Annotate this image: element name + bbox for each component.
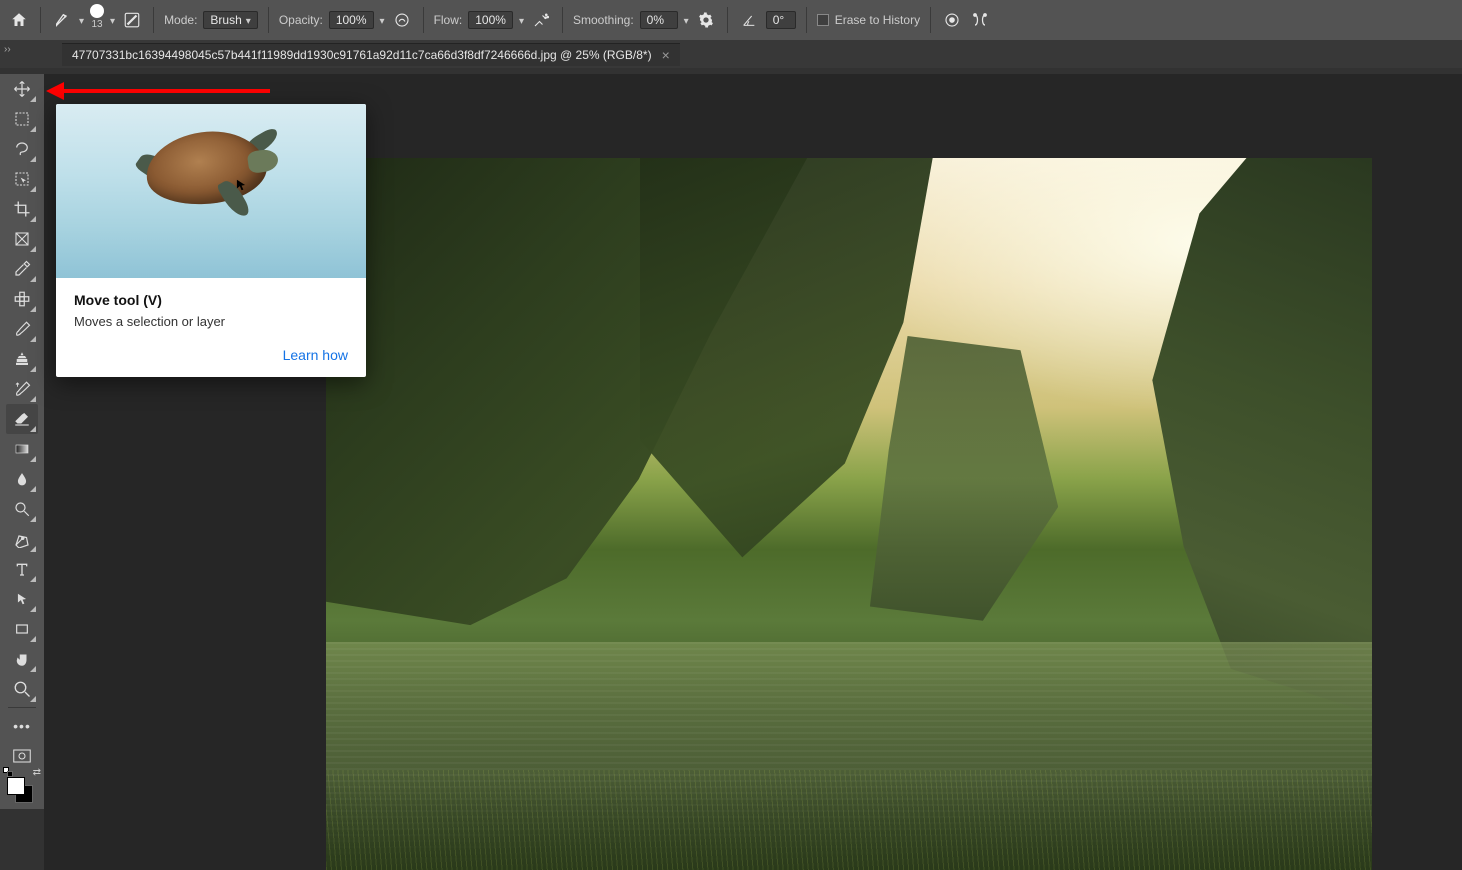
chevron-down-icon[interactable]: [519, 13, 524, 27]
flow-label: Flow:: [434, 13, 463, 27]
rectangle-tool[interactable]: [6, 614, 38, 644]
symmetry-icon[interactable]: [969, 9, 991, 31]
document-tab[interactable]: 47707331bc16394498045c57b441f11989dd1930…: [62, 43, 680, 66]
path-selection-tool[interactable]: [6, 584, 38, 614]
options-bar: 13 Mode: Brush Opacity: 100% Flow: 100% …: [0, 0, 1462, 40]
chevron-down-icon[interactable]: [380, 13, 385, 27]
erase-history-checkbox[interactable]: [817, 14, 829, 26]
divider: [562, 7, 563, 33]
tool-preset-picker-icon[interactable]: [51, 9, 73, 31]
cursor-icon: [234, 176, 248, 194]
hand-tool[interactable]: [6, 644, 38, 674]
mode-label: Mode:: [164, 13, 197, 27]
object-selection-tool[interactable]: [6, 164, 38, 194]
divider: [727, 7, 728, 33]
tooltip-preview-image: [56, 104, 366, 278]
type-tool[interactable]: [6, 554, 38, 584]
panel-toggle-icon[interactable]: ››: [4, 44, 11, 55]
flow-value[interactable]: 100%: [468, 11, 513, 29]
airbrush-icon[interactable]: [530, 9, 552, 31]
divider: [423, 7, 424, 33]
angle-icon: [738, 9, 760, 31]
tooltip-learn-link[interactable]: Learn how: [74, 347, 348, 363]
mode-value: Brush: [210, 13, 241, 27]
tool-palette: ••• ⇄: [0, 74, 44, 809]
opacity-label: Opacity:: [279, 13, 323, 27]
pressure-size-icon[interactable]: [941, 9, 963, 31]
pressure-opacity-icon[interactable]: [391, 9, 413, 31]
close-icon[interactable]: ×: [662, 50, 670, 60]
brush-preset-picker[interactable]: 13: [90, 10, 104, 30]
smoothing-value[interactable]: 0%: [640, 11, 678, 29]
erase-history-label: Erase to History: [835, 13, 920, 27]
toolbar-separator: [8, 707, 36, 708]
brush-dot-icon: [90, 4, 104, 18]
healing-brush-tool[interactable]: [6, 284, 38, 314]
lasso-tool[interactable]: [6, 134, 38, 164]
move-tool[interactable]: [6, 74, 38, 104]
color-swatches[interactable]: ⇄: [5, 773, 39, 809]
crop-tool[interactable]: [6, 194, 38, 224]
angle-value[interactable]: 0°: [766, 11, 796, 29]
marquee-tool[interactable]: [6, 104, 38, 134]
clone-stamp-tool[interactable]: [6, 344, 38, 374]
tooltip-title: Move tool (V): [74, 292, 348, 308]
eraser-tool[interactable]: [6, 404, 38, 434]
tool-tooltip: Move tool (V) Moves a selection or layer…: [56, 104, 366, 377]
brush-size-label: 13: [91, 19, 102, 30]
document-tab-bar: 47707331bc16394498045c57b441f11989dd1930…: [0, 40, 1462, 68]
zoom-tool[interactable]: [6, 674, 38, 704]
chevron-down-icon[interactable]: [684, 13, 689, 27]
chevron-down-icon[interactable]: [110, 13, 115, 27]
brush-tool[interactable]: [6, 314, 38, 344]
blur-tool[interactable]: [6, 464, 38, 494]
smoothing-options-icon[interactable]: [695, 9, 717, 31]
pen-tool[interactable]: [6, 524, 38, 554]
gradient-tool[interactable]: [6, 434, 38, 464]
divider: [806, 7, 807, 33]
edit-toolbar-icon[interactable]: •••: [6, 711, 38, 741]
divider: [40, 7, 41, 33]
divider: [930, 7, 931, 33]
chevron-down-icon: [246, 13, 251, 27]
brush-settings-icon[interactable]: [121, 9, 143, 31]
home-icon[interactable]: [8, 9, 30, 31]
opacity-value[interactable]: 100%: [329, 11, 374, 29]
mode-dropdown[interactable]: Brush: [203, 11, 257, 29]
document-canvas[interactable]: [326, 158, 1372, 870]
frame-tool[interactable]: [6, 224, 38, 254]
eyedropper-tool[interactable]: [6, 254, 38, 284]
divider: [268, 7, 269, 33]
foreground-color-swatch[interactable]: [7, 777, 25, 795]
tooltip-description: Moves a selection or layer: [74, 314, 348, 329]
chevron-down-icon[interactable]: [79, 13, 84, 27]
divider: [153, 7, 154, 33]
dodge-tool[interactable]: [6, 494, 38, 524]
document-tab-title: 47707331bc16394498045c57b441f11989dd1930…: [72, 48, 652, 62]
smoothing-label: Smoothing:: [573, 13, 634, 27]
history-brush-tool[interactable]: [6, 374, 38, 404]
